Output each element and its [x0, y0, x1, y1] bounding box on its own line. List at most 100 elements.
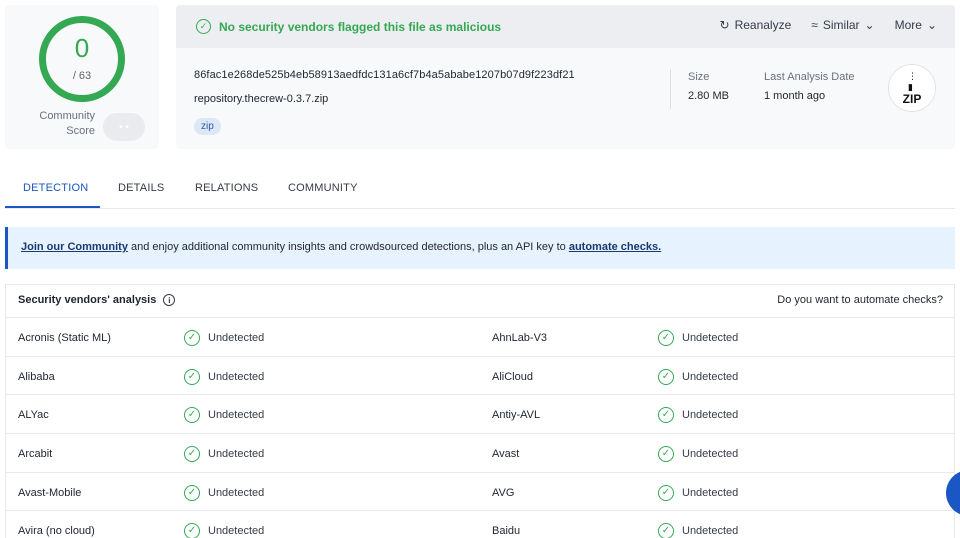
file-hash[interactable]: 86fac1e268de525b4eb58913aedfdc131a6cf7b4… [194, 69, 575, 81]
info-icon[interactable]: i [163, 294, 176, 306]
check-circle-icon: ✓ [196, 19, 211, 34]
community-score-label: Community Score [39, 110, 95, 137]
verdict-text: No security vendors flagged this file as… [219, 19, 502, 34]
vendor-result: ✓ Undetected [184, 523, 264, 538]
join-community-link[interactable]: Join our Community [21, 241, 128, 253]
vendor-rows: Acronis (Static ML) ✓ Undetected AhnLab-V3 ✓… [6, 318, 954, 538]
vendor-name: Avira (no cloud) [18, 525, 95, 538]
last-analysis-value: 1 month ago [764, 90, 826, 102]
similar-icon: ≈ [811, 18, 818, 32]
result-text: Undetected [682, 370, 739, 383]
vendor-result: ✓ Undetected [184, 368, 265, 385]
vendor-name: AhnLab-V3 [492, 332, 548, 344]
analysis-header: Security vendors' analysis i Do you want… [6, 285, 954, 318]
result-text: Undetected [682, 332, 739, 344]
vendor-name: Baidu [492, 525, 521, 538]
automate-checks-link[interactable]: automate checks. [569, 241, 661, 253]
table-row: Avast-Mobile ✓ Undetected AVG ✓ Undetected [6, 473, 954, 512]
size-label: Size [688, 71, 710, 83]
check-circle-icon: ✓ [184, 368, 200, 385]
meta-divider [670, 69, 671, 109]
verdict: ✓ No security vendors flagged this file … [196, 19, 501, 34]
result-text: Undetected [208, 370, 265, 383]
vendors-analysis-table: Security vendors' analysis i Do you want… [5, 284, 955, 538]
zipper-icon: ⋮ ▮ [908, 71, 917, 92]
check-circle-icon: ✓ [184, 484, 200, 501]
result-text: Undetected [682, 409, 739, 422]
tab-community[interactable]: COMMUNITY [288, 182, 358, 194]
file-summary-panel: ✓ No security vendors flagged this file … [176, 5, 955, 149]
file-name: repository.thecrew-0.3.7.zip [194, 93, 329, 105]
similar-button[interactable]: ≈ Similar ⌄ [811, 18, 874, 32]
vendor-result: ✓ Undetected [184, 484, 265, 501]
vendor-name: ALYac [18, 409, 49, 422]
check-circle-icon: ✓ [658, 484, 674, 501]
tab-detection[interactable]: DETECTION [23, 182, 88, 194]
table-row: Arcabit ✓ Undetected Avast ✓ Undetected [6, 434, 954, 473]
file-type-label: ZIP [902, 92, 922, 106]
community-score-toggle[interactable]: • • [103, 113, 145, 141]
table-row: Alibaba ✓ Undetected AliCloud ✓ Undetected [6, 357, 954, 396]
table-row: ALYac ✓ Undetected Antiy-AVL ✓ Undetected [6, 395, 954, 435]
vendor-result: ✓ Undetected [658, 484, 739, 501]
vendor-name: Alibaba [18, 370, 55, 383]
check-circle-icon: ✓ [184, 407, 200, 424]
vendor-result: ✓ Undetected [658, 368, 739, 385]
file-actions: ↻ Reanalyze ≈ Similar ⌄ More ⌄ [720, 18, 938, 32]
check-circle-icon: ✓ [658, 407, 674, 424]
refresh-icon: ↻ [719, 18, 730, 32]
vendor-name: Antiy-AVL [492, 409, 541, 422]
check-circle-icon: ✓ [658, 523, 674, 538]
result-text: Undetected [682, 525, 739, 538]
file-size: Size 2.80 MB [688, 71, 729, 102]
reanalyze-label: Reanalyze [734, 18, 792, 32]
check-circle-icon: ✓ [184, 330, 200, 346]
chevron-down-icon: ⌄ [864, 18, 875, 32]
vendor-result: ✓ Undetected [184, 407, 265, 424]
file-tag[interactable]: zip [194, 118, 221, 135]
result-text: Undetected [208, 448, 265, 461]
verdict-banner: ✓ No security vendors flagged this file … [176, 5, 955, 48]
vendor-result: ✓ Undetected [658, 446, 738, 463]
result-text: Undetected [208, 486, 265, 499]
result-text: Undetected [208, 525, 265, 538]
engine-total: / 63 [72, 70, 92, 82]
more-label: More [894, 18, 922, 32]
reanalyze-button[interactable]: ↻ Reanalyze [720, 18, 792, 32]
vendor-result: ✓ Undetected [658, 407, 739, 424]
detection-count: 0 [74, 33, 90, 63]
zip-file-icon: ⋮ ▮ ZIP [888, 64, 936, 112]
vendor-name: Arcabit [18, 448, 53, 461]
community-banner: Join our Community and enjoy additional … [5, 227, 955, 269]
result-text: Undetected [208, 409, 265, 422]
check-circle-icon: ✓ [658, 368, 674, 385]
table-row: Avira (no cloud) ✓ Undetected Baidu ✓ Undetec… [6, 511, 954, 538]
more-button[interactable]: More ⌄ [895, 18, 937, 32]
vendor-name: AVG [492, 486, 515, 499]
analysis-title: Security vendors' analysis i [18, 294, 176, 306]
size-value: 2.80 MB [688, 90, 729, 102]
vendor-result: ✓ Undetected [184, 330, 264, 346]
vendor-name: AliCloud [492, 370, 533, 383]
result-text: Undetected [682, 486, 739, 499]
active-tab-indicator [5, 206, 100, 208]
tab-details[interactable]: DETAILS [118, 182, 164, 194]
report-tabs: DETECTION DETAILS RELATIONS COMMUNITY [5, 172, 955, 209]
vendor-result: ✓ Undetected [184, 446, 265, 463]
similar-label: Similar [822, 18, 860, 32]
score-ring: 0 / 63 [39, 16, 125, 102]
vendor-result: ✓ Undetected [658, 523, 738, 538]
check-circle-icon: ✓ [658, 330, 674, 346]
vendor-name: Avast [492, 448, 520, 461]
vendor-name: Avast-Mobile [18, 486, 82, 499]
analysis-title-text: Security vendors' analysis [18, 294, 157, 306]
tab-relations[interactable]: RELATIONS [195, 182, 258, 194]
check-circle-icon: ✓ [658, 446, 674, 463]
last-analysis-label: Last Analysis Date [764, 71, 855, 83]
chevron-down-icon: ⌄ [926, 18, 937, 32]
vendor-result: ✓ Undetected [658, 330, 738, 346]
detection-score-card: 0 / 63 Community Score • • [5, 5, 159, 149]
automate-checks-prompt[interactable]: Do you want to automate checks? [777, 294, 943, 306]
check-circle-icon: ✓ [184, 446, 200, 463]
banner-text: and enjoy additional community insights … [127, 241, 569, 253]
